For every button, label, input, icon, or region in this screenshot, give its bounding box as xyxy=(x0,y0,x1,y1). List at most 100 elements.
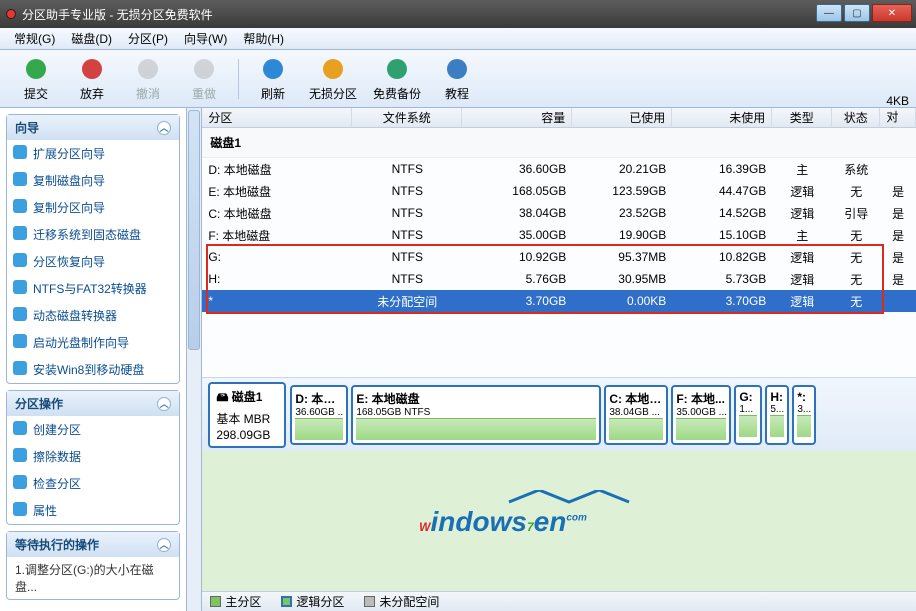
wizard-item-1[interactable]: 复制磁盘向导 xyxy=(7,167,179,194)
partition-block-2[interactable]: C: 本地磁...38.04GB ... xyxy=(604,385,668,445)
partition-block-0[interactable]: D: 本地...36.60GB ... xyxy=(290,385,348,445)
cell-fs: NTFS xyxy=(352,228,462,242)
ops-item-3[interactable]: 属性 xyxy=(7,497,179,524)
wizard-item-6[interactable]: 动态磁盘转换器 xyxy=(7,302,179,329)
close-button[interactable]: ✕ xyxy=(872,4,912,22)
partition-sub: 3... xyxy=(797,404,811,415)
ops-item-1[interactable]: 擦除数据 xyxy=(7,443,179,470)
partition-usage-bar xyxy=(739,415,757,437)
partition-row[interactable]: C: 本地磁盘NTFS38.04GB23.52GB14.52GB逻辑引导是 xyxy=(202,202,916,224)
disk-group-header: 磁盘1 xyxy=(202,128,916,158)
col-header-7[interactable]: 4KB对齐 xyxy=(880,108,916,127)
ops-panel-header[interactable]: 分区操作 ︿ xyxy=(7,391,179,416)
cell-stat: 系统 xyxy=(832,161,880,178)
chevron-up-icon: ︿ xyxy=(157,397,171,411)
window-title: 分区助手专业版 - 无损分区免费软件 xyxy=(22,6,814,23)
partition-usage-bar xyxy=(676,418,726,440)
col-header-0[interactable]: 分区 xyxy=(202,108,352,127)
cell-cap: 5.76GB xyxy=(462,272,572,286)
col-header-6[interactable]: 状态 xyxy=(832,108,880,127)
partition-label: C: 本地磁... xyxy=(609,390,663,407)
partition-row[interactable]: *未分配空间3.70GB0.00KB3.70GB逻辑无 xyxy=(202,290,916,312)
cell-name: F: 本地磁盘 xyxy=(202,227,352,244)
cell-align: 是 xyxy=(880,249,916,266)
cell-used: 30.95MB xyxy=(572,272,672,286)
cell-free: 16.39GB xyxy=(672,162,772,176)
cell-type: 主 xyxy=(772,227,832,244)
menu-磁盘(D)[interactable]: 磁盘(D) xyxy=(63,28,120,49)
commit-label: 提交 xyxy=(24,85,48,102)
grid-body[interactable]: 磁盘1 D: 本地磁盘NTFS36.60GB20.21GB16.39GB主系统 … xyxy=(202,128,916,377)
partition-row[interactable]: E: 本地磁盘NTFS168.05GB123.59GB44.47GB逻辑无是 xyxy=(202,180,916,202)
menu-分区(P)[interactable]: 分区(P) xyxy=(120,28,176,49)
partition-sub: 1... xyxy=(739,404,757,415)
wizard-item-3[interactable]: 迁移系统到固态磁盘 xyxy=(7,221,179,248)
queue-panel-header[interactable]: 等待执行的操作 ︿ xyxy=(7,532,179,557)
col-header-1[interactable]: 文件系统 xyxy=(352,108,462,127)
cell-stat: 无 xyxy=(832,183,880,200)
cell-stat: 引导 xyxy=(832,205,880,222)
ops-item-2[interactable]: 检查分区 xyxy=(7,470,179,497)
cell-used: 95.37MB xyxy=(572,250,672,264)
partition-usage-bar xyxy=(797,415,811,437)
watermark-area: WWindows7enindows7encom xyxy=(202,451,916,591)
wizard-item-4[interactable]: 分区恢复向导 xyxy=(7,248,179,275)
cell-name: D: 本地磁盘 xyxy=(202,161,352,178)
col-header-2[interactable]: 容量 xyxy=(462,108,572,127)
col-header-3[interactable]: 已使用 xyxy=(572,108,672,127)
toolbar-separator xyxy=(238,59,239,99)
backup-button[interactable]: 免费备份 xyxy=(373,55,421,102)
redo-label: 重做 xyxy=(192,85,216,102)
undo-button: 撤消 xyxy=(128,55,168,102)
disk-info-size: 298.09GB xyxy=(216,428,278,442)
ops-item-0[interactable]: 创建分区 xyxy=(7,416,179,443)
tutorial-button[interactable]: 教程 xyxy=(437,55,477,102)
cell-stat: 无 xyxy=(832,249,880,266)
cell-name: G: xyxy=(202,250,352,264)
partition-block-1[interactable]: E: 本地磁盘168.05GB NTFS xyxy=(351,385,601,445)
cell-type: 逻辑 xyxy=(772,183,832,200)
maximize-button[interactable]: ▢ xyxy=(844,4,870,22)
wizard-item-7[interactable]: 启动光盘制作向导 xyxy=(7,329,179,356)
menu-帮助(H)[interactable]: 帮助(H) xyxy=(235,28,292,49)
chevron-up-icon: ︿ xyxy=(157,538,171,552)
cell-fs: NTFS xyxy=(352,162,462,176)
sidebar-scrollbar[interactable] xyxy=(187,108,202,611)
partition-row[interactable]: F: 本地磁盘NTFS35.00GB19.90GB15.10GB主无是 xyxy=(202,224,916,246)
partition-block-6[interactable]: *:3... xyxy=(792,385,816,445)
resize-button[interactable]: 无损分区 xyxy=(309,55,357,102)
refresh-label: 刷新 xyxy=(261,85,285,102)
wizard-item-0[interactable]: 扩展分区向导 xyxy=(7,140,179,167)
disk-info-sub: 基本 MBR xyxy=(216,410,278,427)
wizard-item-8[interactable]: 安装Win8到移动硬盘 xyxy=(7,356,179,383)
refresh-button[interactable]: 刷新 xyxy=(253,55,293,102)
partition-sub: 5... xyxy=(770,404,784,415)
partition-row[interactable]: D: 本地磁盘NTFS36.60GB20.21GB16.39GB主系统 xyxy=(202,158,916,180)
cell-name: C: 本地磁盘 xyxy=(202,205,352,222)
menu-常规(G)[interactable]: 常规(G) xyxy=(6,28,63,49)
wizard-item-5[interactable]: NTFS与FAT32转换器 xyxy=(7,275,179,302)
cell-fs: NTFS xyxy=(352,250,462,264)
discard-button[interactable]: 放弃 xyxy=(72,55,112,102)
undo-icon xyxy=(134,55,162,83)
partition-row[interactable]: G:NTFS10.92GB95.37MB10.82GB逻辑无是 xyxy=(202,246,916,268)
col-header-5[interactable]: 类型 xyxy=(772,108,832,127)
cell-fs: NTFS xyxy=(352,184,462,198)
queue-item-0[interactable]: 1.调整分区(G:)的大小在磁盘... xyxy=(7,557,179,599)
wizard-item-2[interactable]: 复制分区向导 xyxy=(7,194,179,221)
partition-block-5[interactable]: H:5... xyxy=(765,385,789,445)
partition-row[interactable]: H:NTFS5.76GB30.95MB5.73GB逻辑无是 xyxy=(202,268,916,290)
menu-向导(W)[interactable]: 向导(W) xyxy=(176,28,235,49)
col-header-4[interactable]: 未使用 xyxy=(672,108,772,127)
cell-cap: 168.05GB xyxy=(462,184,572,198)
footer-legend: 主分区 逻辑分区 未分配空间 xyxy=(202,591,916,611)
sidebar: 向导 ︿ 扩展分区向导复制磁盘向导复制分区向导迁移系统到固态磁盘分区恢复向导NT… xyxy=(0,108,187,611)
partition-label: F: 本地... xyxy=(676,390,726,407)
partition-block-3[interactable]: F: 本地...35.00GB ... xyxy=(671,385,731,445)
minimize-button[interactable]: — xyxy=(816,4,842,22)
wizard-panel: 向导 ︿ 扩展分区向导复制磁盘向导复制分区向导迁移系统到固态磁盘分区恢复向导NT… xyxy=(6,114,180,384)
disk-info[interactable]: 🖴 磁盘1 基本 MBR 298.09GB xyxy=(208,382,286,448)
commit-button[interactable]: 提交 xyxy=(16,55,56,102)
wizard-panel-header[interactable]: 向导 ︿ xyxy=(7,115,179,140)
partition-block-4[interactable]: G:1... xyxy=(734,385,762,445)
